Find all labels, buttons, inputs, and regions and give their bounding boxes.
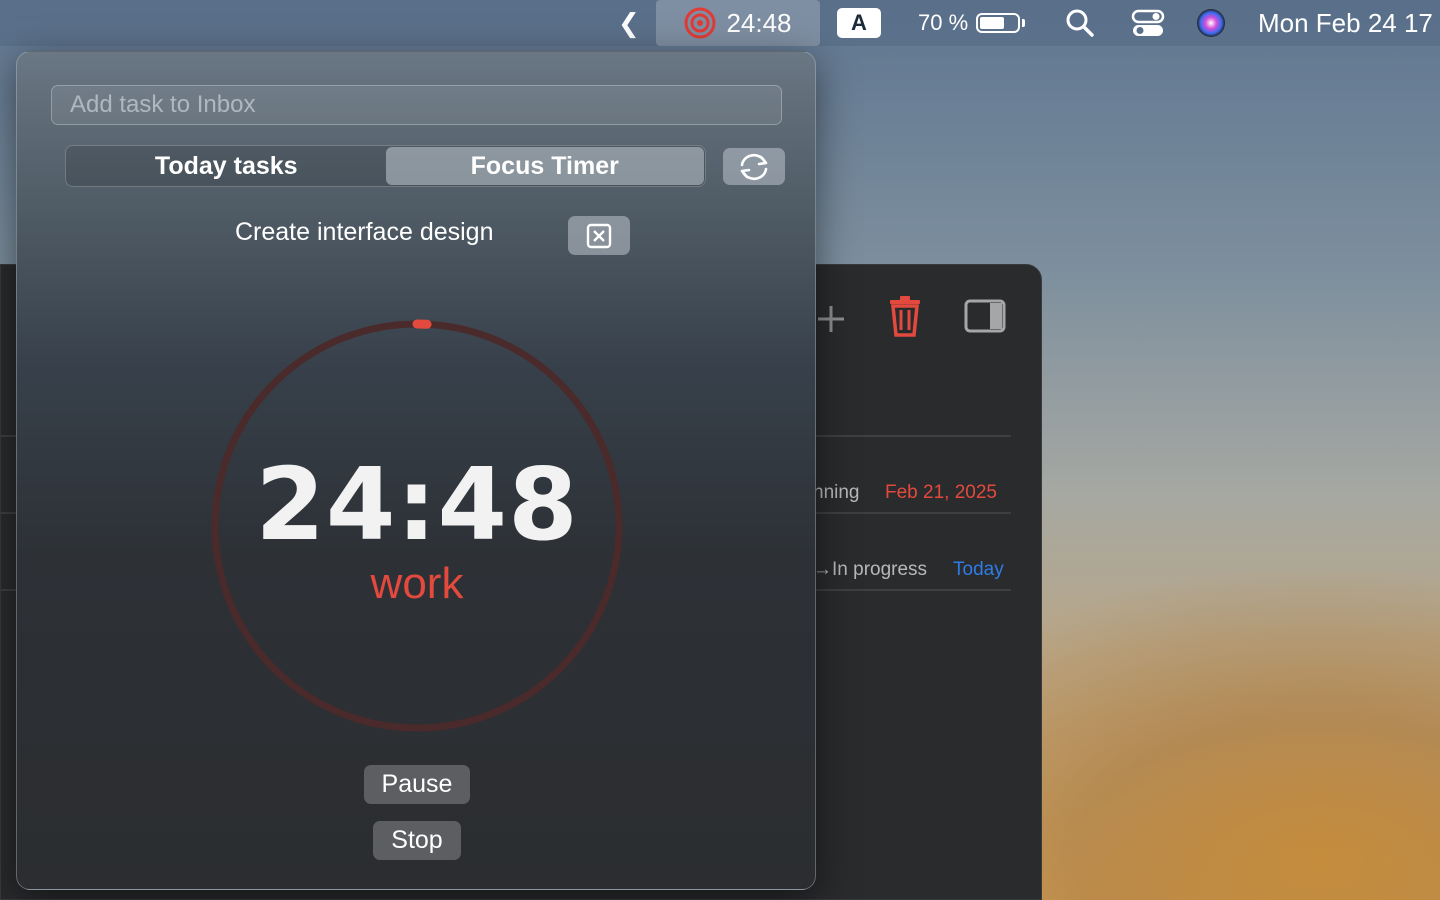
tab-today-tasks[interactable]: Today tasks bbox=[67, 147, 386, 185]
keyboard-layout-label: A bbox=[837, 8, 881, 38]
stop-button[interactable]: Stop bbox=[373, 821, 461, 860]
refresh-button[interactable] bbox=[723, 148, 785, 185]
menubar-timer-text: 24:48 bbox=[726, 7, 792, 38]
chevron-left-icon[interactable]: ❮ bbox=[618, 0, 640, 46]
task-due-date: Feb 21, 2025 bbox=[885, 482, 997, 503]
add-task-input[interactable] bbox=[51, 85, 782, 125]
view-tabs: Today tasks Focus Timer bbox=[65, 145, 706, 187]
task-status: nning bbox=[813, 482, 860, 503]
sidebar-toggle-icon[interactable] bbox=[964, 299, 1006, 333]
menubar-focus-timer[interactable]: 24:48 bbox=[656, 0, 820, 46]
siri-icon[interactable] bbox=[1194, 0, 1228, 46]
menubar-clock[interactable]: Mon Feb 24 17 bbox=[1258, 0, 1433, 46]
target-icon bbox=[684, 7, 716, 39]
task-due-date: Today bbox=[953, 559, 1004, 580]
close-box-icon bbox=[586, 223, 612, 248]
clear-task-button[interactable] bbox=[568, 216, 630, 255]
focus-timer-popover: Today tasks Focus Timer Create interface… bbox=[16, 51, 816, 890]
input-source-menu[interactable]: A bbox=[836, 0, 882, 46]
spotlight-search-icon[interactable] bbox=[1064, 0, 1096, 46]
current-task-title: Create interface design bbox=[235, 218, 494, 246]
task-status: →In progress bbox=[813, 559, 928, 580]
refresh-icon bbox=[740, 153, 768, 180]
trash-icon[interactable] bbox=[887, 295, 923, 337]
menu-bar: ❮ 24:48 A 70 % Mon Feb 24 17 bbox=[0, 0, 1440, 46]
pause-button[interactable]: Pause bbox=[364, 765, 470, 804]
battery-percent: 70 % bbox=[918, 10, 969, 35]
timer-time: 24:48 bbox=[255, 446, 579, 563]
tab-focus-timer[interactable]: Focus Timer bbox=[385, 147, 704, 185]
add-icon[interactable] bbox=[813, 301, 849, 337]
battery-status[interactable]: 70 % bbox=[918, 0, 1026, 46]
timer-phase: work bbox=[370, 559, 464, 608]
battery-icon bbox=[976, 13, 1021, 33]
control-center-icon[interactable] bbox=[1130, 0, 1166, 46]
